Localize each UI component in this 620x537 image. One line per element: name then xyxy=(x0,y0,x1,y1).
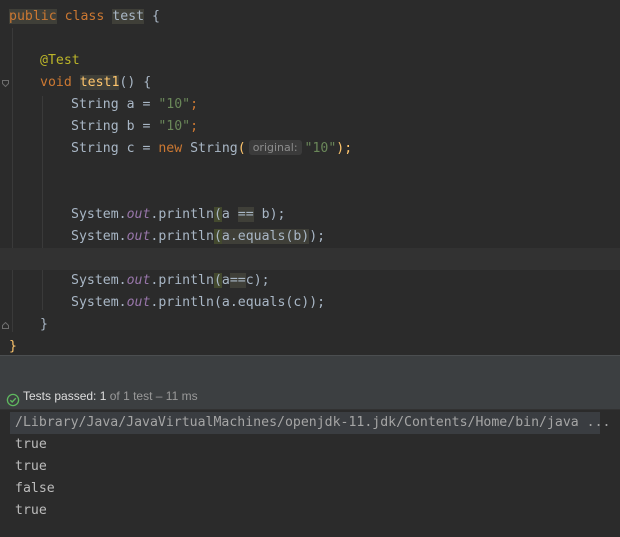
declaration: String b = xyxy=(71,119,159,134)
paren: ( xyxy=(213,273,222,288)
method-call: .println xyxy=(150,273,214,288)
java-command-line[interactable]: /Library/Java/JavaVirtualMachines/openjd… xyxy=(10,412,610,434)
method-params: () { xyxy=(119,75,152,90)
paren: ( xyxy=(213,207,222,222)
passed-count: 1 xyxy=(99,389,107,403)
class-ref: System. xyxy=(71,295,127,310)
console-output-line: false xyxy=(15,481,55,496)
argument: a xyxy=(221,273,230,288)
code-line[interactable]: } xyxy=(0,314,620,336)
keyword: public xyxy=(9,9,57,24)
annotation: @Test xyxy=(40,53,80,68)
code-line[interactable]: void test1() { xyxy=(0,72,620,94)
semicolon: ; xyxy=(190,97,199,112)
method-call: .println xyxy=(150,229,214,244)
declaration: String a = xyxy=(71,97,159,112)
static-field: out xyxy=(126,295,151,310)
code-line[interactable]: System.out.println(a.equals(c)); xyxy=(0,292,620,314)
paren: ( xyxy=(213,229,222,244)
string-literal: "10" xyxy=(158,97,191,112)
static-field: out xyxy=(126,207,151,222)
console-output-line: true xyxy=(15,503,47,518)
code-line[interactable]: public class test { xyxy=(0,6,620,28)
keyword: void xyxy=(40,75,72,90)
fold-arrow-icon[interactable] xyxy=(2,80,9,87)
argument: (a.equals(c)); xyxy=(213,295,326,310)
current-line[interactable] xyxy=(0,248,620,270)
operator: == xyxy=(229,273,246,288)
check-circle-icon xyxy=(6,389,20,407)
semicolon: ; xyxy=(190,119,199,134)
code-line[interactable]: String a = "10"; xyxy=(0,94,620,116)
class-name: test xyxy=(112,9,145,24)
argument: c xyxy=(245,273,254,288)
brace: { xyxy=(151,9,160,24)
code-editor[interactable]: public class test { @Test void test1() {… xyxy=(0,0,620,355)
class-ref: System. xyxy=(71,207,127,222)
panel-splitter[interactable] xyxy=(0,355,620,382)
argument: a xyxy=(221,207,238,222)
statement-end: ); xyxy=(269,207,286,222)
test-results-bar: Tests passed: 1 of 1 test – 11 ms xyxy=(0,382,620,410)
statement-end: ); xyxy=(336,141,353,156)
keyword: class xyxy=(64,9,105,24)
run-console[interactable]: /Library/Java/JavaVirtualMachines/openjd… xyxy=(0,410,620,537)
paren: ( xyxy=(237,141,246,156)
code-line[interactable]: System.out.println(a.equals(b)); xyxy=(0,226,620,248)
code-line[interactable]: System.out.println(a == b); xyxy=(0,204,620,226)
code-line[interactable]: System.out.println(a==c); xyxy=(0,270,620,292)
test-status-label: Tests passed: xyxy=(23,389,97,403)
argument: a.equals(b) xyxy=(221,229,310,244)
console-output-line: true xyxy=(15,437,47,452)
method-call: .println xyxy=(150,295,214,310)
brace: } xyxy=(40,317,48,332)
type-name: String xyxy=(182,141,238,156)
fold-end-icon[interactable] xyxy=(2,322,9,329)
statement-end: ); xyxy=(253,273,270,288)
class-ref: System. xyxy=(71,273,127,288)
code-line[interactable]: String b = "10"; xyxy=(0,116,620,138)
string-literal: "10" xyxy=(158,119,191,134)
class-ref: System. xyxy=(71,229,127,244)
statement-end: ); xyxy=(309,229,326,244)
declaration: String c = xyxy=(71,141,159,156)
static-field: out xyxy=(126,229,151,244)
method-call: .println xyxy=(150,207,214,222)
test-summary: of 1 test – 11 ms xyxy=(109,389,198,403)
string-literal: "10" xyxy=(304,141,337,156)
static-field: out xyxy=(126,273,151,288)
argument: b xyxy=(253,207,270,222)
code-line[interactable]: String c = new String(original: "10"); xyxy=(0,138,620,160)
parameter-hint: original: xyxy=(248,140,302,155)
operator: == xyxy=(237,207,254,222)
code-line[interactable]: @Test xyxy=(0,50,620,72)
method-name: test1 xyxy=(79,75,120,90)
console-output-line: true xyxy=(15,459,47,474)
keyword: new xyxy=(158,141,183,156)
